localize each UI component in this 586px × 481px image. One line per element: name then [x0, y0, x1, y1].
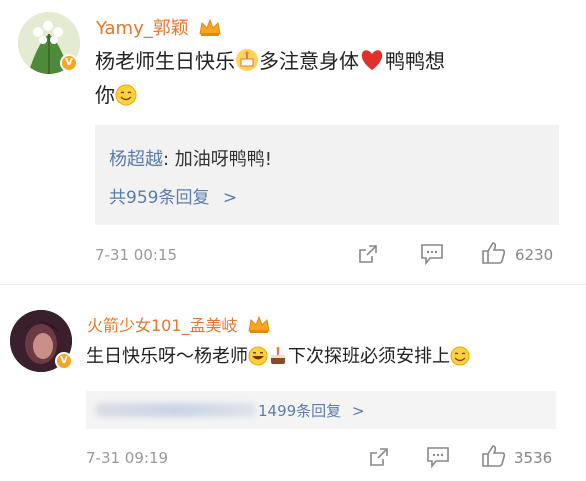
- comment-text-part: 杨老师生日快乐: [95, 49, 235, 73]
- comment-text-line2: 你: [95, 80, 137, 114]
- reply-line: 杨超越: 加油呀鸭鸭!: [109, 145, 272, 171]
- chevron-right-icon: >: [351, 402, 365, 420]
- reply-count: 共959条回复: [109, 188, 210, 208]
- like-icon[interactable]: [481, 444, 507, 472]
- username-row: 火箭少女101_孟美岐: [87, 312, 271, 339]
- comment-text-part: 多注意身体: [259, 49, 359, 73]
- view-replies-link[interactable]: 1499条回复 >: [258, 400, 365, 421]
- share-icon[interactable]: [368, 446, 390, 472]
- username-row: Yamy_郭颖: [96, 14, 222, 42]
- grin-emoji-icon: [248, 346, 268, 376]
- comment-text: 生日快乐呀～杨老师 下次探班必须安排上: [86, 342, 470, 376]
- timestamp: 7-31 00:15: [95, 246, 178, 264]
- crown-icon: [198, 18, 222, 42]
- cake-emoji-icon: [235, 48, 259, 80]
- reply-author[interactable]: 杨超越: [109, 149, 163, 170]
- reply-box: 1499条回复 >: [86, 391, 556, 429]
- crown-icon: [247, 315, 271, 339]
- like-count: 3536: [514, 449, 553, 467]
- comment-text: 杨老师生日快乐 多注意身体 鸭鸭想: [95, 46, 445, 80]
- smile-emoji-icon: [115, 84, 137, 114]
- reply-text: 加油呀鸭鸭!: [169, 149, 273, 170]
- reply-box: 杨超越: 加油呀鸭鸭! 共959条回复 >: [95, 125, 559, 225]
- reply-count: 1499条回复: [258, 402, 342, 420]
- cake-emoji-icon: [268, 346, 288, 376]
- comment-icon[interactable]: [426, 446, 450, 472]
- comment-icon[interactable]: [420, 243, 444, 269]
- comment-text-part: 鸭鸭想: [385, 49, 445, 73]
- verified-badge-icon: V: [55, 352, 73, 370]
- comment-text-part: 你: [95, 83, 115, 107]
- comment-text-part: 下次探班必须安排上: [288, 346, 450, 367]
- view-replies-link[interactable]: 共959条回复 >: [109, 183, 237, 208]
- smile-emoji-icon: [450, 346, 470, 376]
- timestamp: 7-31 09:19: [86, 449, 169, 467]
- chevron-right-icon: >: [222, 188, 238, 208]
- verified-badge-icon: V: [60, 54, 78, 72]
- divider: [0, 284, 586, 285]
- comment-text-part: 生日快乐呀～杨老师: [86, 346, 248, 367]
- username[interactable]: 火箭少女101_孟美岐: [87, 316, 238, 335]
- blurred-reply-preview: [96, 403, 256, 417]
- share-icon[interactable]: [357, 243, 379, 269]
- username[interactable]: Yamy_郭颖: [96, 18, 189, 39]
- like-count: 6230: [515, 246, 554, 264]
- like-icon[interactable]: [481, 241, 507, 269]
- heart-emoji-icon: [359, 48, 385, 80]
